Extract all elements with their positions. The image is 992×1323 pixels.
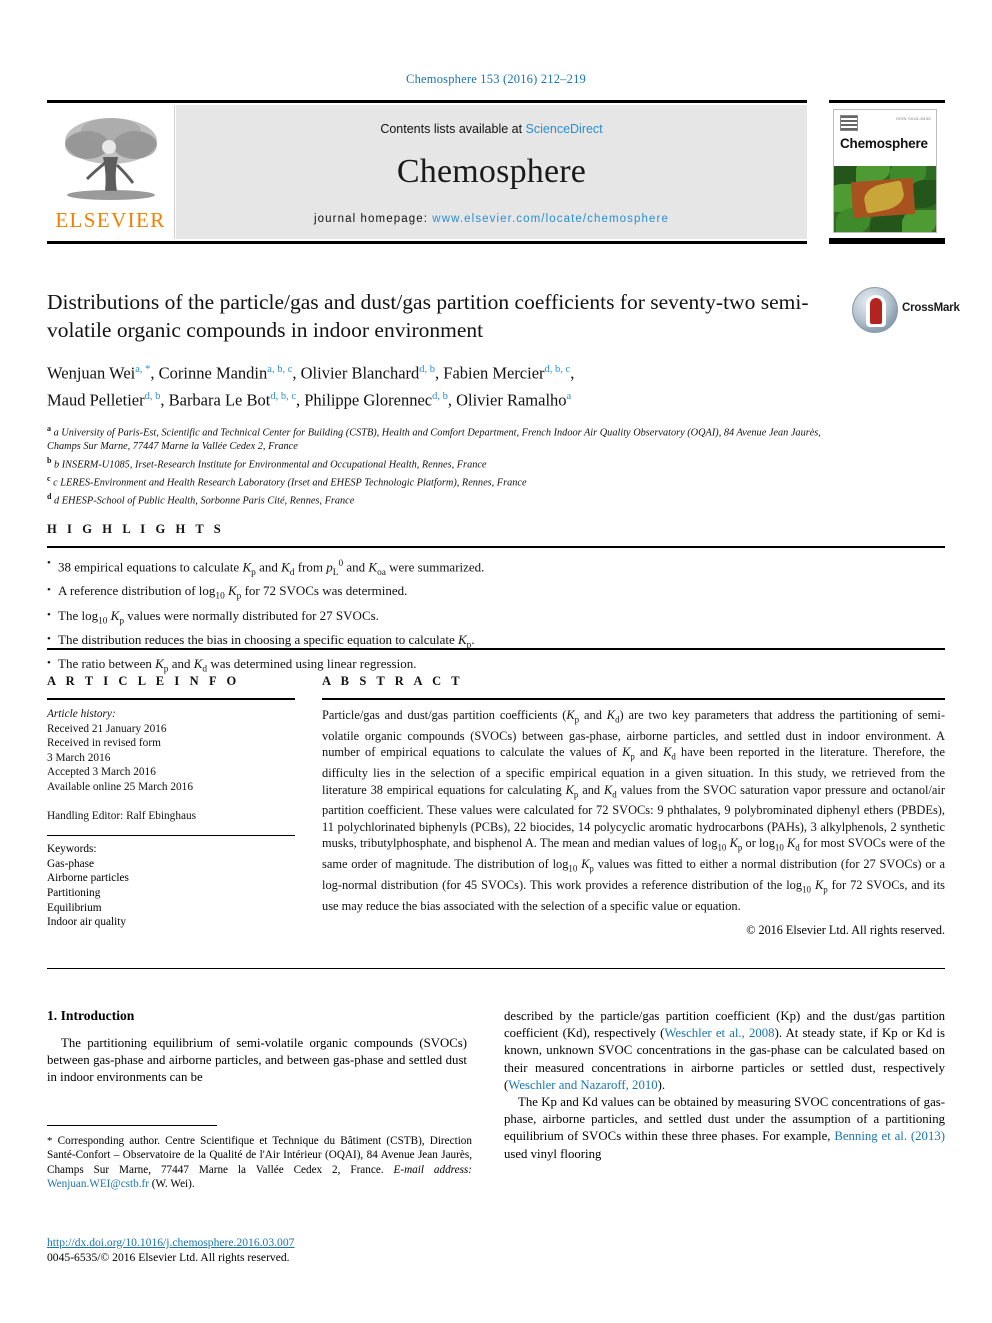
history-item: Accepted 3 March 2016 — [47, 766, 156, 779]
sciencedirect-link[interactable]: ScienceDirect — [526, 122, 603, 136]
handling-editor: Handling Editor: Ralf Ebinghaus — [47, 809, 197, 822]
citation-link-weschler-nazaroff-2010[interactable]: Weschler and Nazaroff, 2010 — [508, 1078, 657, 1092]
intro-text-e: used vinyl flooring — [504, 1146, 602, 1161]
intro-paragraph-right-1: described by the particle/gas partition … — [504, 1008, 945, 1094]
masthead-rule-top — [47, 100, 807, 103]
history-item: Received in revised form — [47, 737, 161, 750]
cover-publisher-mark-icon — [840, 115, 858, 131]
highlights-list: 38 empirical equations to calculate Kp a… — [47, 548, 945, 679]
article-info-heading: A R T I C L E I N F O — [47, 674, 240, 688]
keyword-item: Equilibrium — [47, 901, 102, 914]
abstract-heading: A B S T R A C T — [322, 674, 464, 688]
elsevier-wordmark: ELSEVIER — [55, 208, 166, 232]
body-top-rule — [47, 968, 945, 969]
running-head: Chemosphere 153 (2016) 212–219 — [406, 72, 586, 86]
article-info-section: A R T I C L E I N F O Article history: R… — [47, 674, 295, 930]
cover-rule-top — [829, 100, 945, 103]
abstract-text: Particle/gas and dust/gas partition coef… — [322, 708, 945, 913]
history-item: Received 21 January 2016 — [47, 722, 167, 735]
crossmark-badge[interactable]: CrossMark — [852, 287, 960, 337]
history-item: 3 March 2016 — [47, 751, 111, 764]
abstract-copyright: © 2016 Elsevier Ltd. All rights reserved… — [746, 923, 945, 938]
keyword-item: Indoor air quality — [47, 916, 127, 929]
intro-paragraph-left: The partitioning equilibrium of semi-vol… — [47, 1036, 467, 1085]
author-line-2: Maud Pelletierd, b, Barbara Le Botd, b, … — [47, 390, 572, 409]
author-line-1: Wenjuan Weia, *, Corinne Mandina, b, c, … — [47, 363, 575, 383]
body-column-right: described by the particle/gas partition … — [504, 1008, 945, 1163]
page-title: Distributions of the particle/gas and du… — [47, 290, 809, 342]
history-item: Available online 25 March 2016 — [47, 780, 193, 793]
contents-prefix: Contents lists available at — [380, 122, 526, 136]
cover-rule-bottom — [829, 238, 945, 244]
author-list: Wenjuan Weia, *, Corinne Mandina, b, c, … — [47, 358, 847, 411]
article-history-label: Article history: — [47, 708, 116, 720]
highlights-section: H I G H L I G H T S 38 empirical equatio… — [47, 522, 945, 679]
crossmark-red-bar-icon — [870, 298, 882, 324]
keywords-block: Keywords: Gas-phase Airborne particles P… — [47, 836, 295, 930]
highlight-item: A reference distribution of log10 Kp for… — [47, 581, 945, 606]
journal-masthead: ELSEVIER Contents lists available at Sci… — [47, 100, 945, 244]
crossmark-circle-icon — [852, 287, 898, 333]
keyword-item: Partitioning — [47, 886, 101, 899]
affiliation-item: a a University of Paris-Est, Scientific … — [47, 424, 821, 453]
highlights-bottom-rule — [47, 648, 945, 650]
homepage-url-link[interactable]: www.elsevier.com/locate/chemosphere — [432, 213, 669, 225]
doi-block: http://dx.doi.org/10.1016/j.chemosphere.… — [47, 1235, 487, 1265]
body-column-left: 1. Introduction The partitioning equilib… — [47, 1008, 467, 1087]
affiliation-text: b INSERM-U1085, Irset-Research Institute… — [54, 459, 487, 471]
abstract-section: A B S T R A C T Particle/gas and dust/ga… — [322, 674, 945, 938]
issn-copyright-line: 0045-6535/© 2016 Elsevier Ltd. All right… — [47, 1251, 290, 1264]
journal-cover-thumbnail: ISSN 0045-6535 Chemosphere — [829, 100, 945, 244]
footnote-rule — [47, 1125, 217, 1126]
cover-image: ISSN 0045-6535 Chemosphere — [833, 109, 937, 233]
journal-title: Chemosphere — [396, 153, 587, 190]
highlights-heading: H I G H L I G H T S — [47, 522, 225, 536]
keyword-item: Airborne particles — [47, 872, 129, 885]
affiliation-item: d d EHESP-School of Public Health, Sorbo… — [47, 491, 355, 507]
homepage-label: journal homepage: — [314, 213, 428, 225]
elsevier-tree-icon — [59, 113, 163, 207]
section-title-introduction: 1. Introduction — [47, 1008, 135, 1023]
intro-paragraph-right-2: The Kp and Kd values can be obtained by … — [504, 1094, 945, 1163]
corresponding-author-footnote: * Corresponding author. Centre Scientifi… — [47, 1134, 472, 1191]
paper-page: Chemosphere 153 (2016) 212–219 ELSEVIER … — [0, 0, 992, 1323]
contents-list-line: Contents lists available at ScienceDirec… — [176, 122, 807, 136]
affiliation-item: c c LERES-Environment and Health Researc… — [47, 473, 527, 489]
highlight-item: The log10 Kp values were normally distri… — [47, 606, 945, 631]
intro-text-c: ). — [657, 1077, 666, 1092]
title-block: Distributions of the particle/gas and du… — [47, 288, 847, 508]
affiliation-text: d EHESP-School of Public Health, Sorbonn… — [54, 495, 355, 507]
email-suffix: (W. Wei). — [148, 1177, 195, 1190]
masthead-center: Contents lists available at ScienceDirec… — [176, 105, 807, 239]
cover-issn-text: ISSN 0045-6535 — [895, 116, 931, 121]
crossmark-label: CrossMark — [902, 302, 960, 314]
masthead-rule-bottom — [47, 241, 807, 244]
doi-link[interactable]: http://dx.doi.org/10.1016/j.chemosphere.… — [47, 1235, 487, 1250]
journal-homepage-line: journal homepage: www.elsevier.com/locat… — [176, 213, 807, 225]
affiliation-text: a University of Paris-Est, Scientific an… — [47, 427, 821, 453]
cover-journal-title: Chemosphere — [840, 136, 928, 151]
cover-photo — [834, 166, 936, 232]
affiliation-item: b b INSERM-U1085, Irset-Research Institu… — [47, 455, 487, 471]
email-link[interactable]: Wenjuan.WEI@cstb.fr — [47, 1178, 149, 1190]
citation-link-benning-2013[interactable]: Benning et al. (2013) — [834, 1129, 945, 1143]
highlight-item: The distribution reduces the bias in cho… — [47, 630, 945, 655]
keyword-item: Gas-phase — [47, 857, 95, 870]
affiliation-text: c LERES-Environment and Health Research … — [53, 477, 527, 489]
keywords-label: Keywords: — [47, 843, 97, 856]
elsevier-logo: ELSEVIER — [47, 105, 175, 239]
affiliation-list: a a University of Paris-Est, Scientific … — [47, 422, 847, 508]
highlight-item: 38 empirical equations to calculate Kp a… — [47, 554, 945, 582]
article-history-block: Article history: Received 21 January 201… — [47, 700, 295, 823]
cover-top-area: ISSN 0045-6535 Chemosphere — [834, 110, 936, 166]
email-label: E-mail address: — [393, 1163, 473, 1176]
citation-link-weschler-2008[interactable]: Weschler et al., 2008 — [664, 1026, 774, 1040]
